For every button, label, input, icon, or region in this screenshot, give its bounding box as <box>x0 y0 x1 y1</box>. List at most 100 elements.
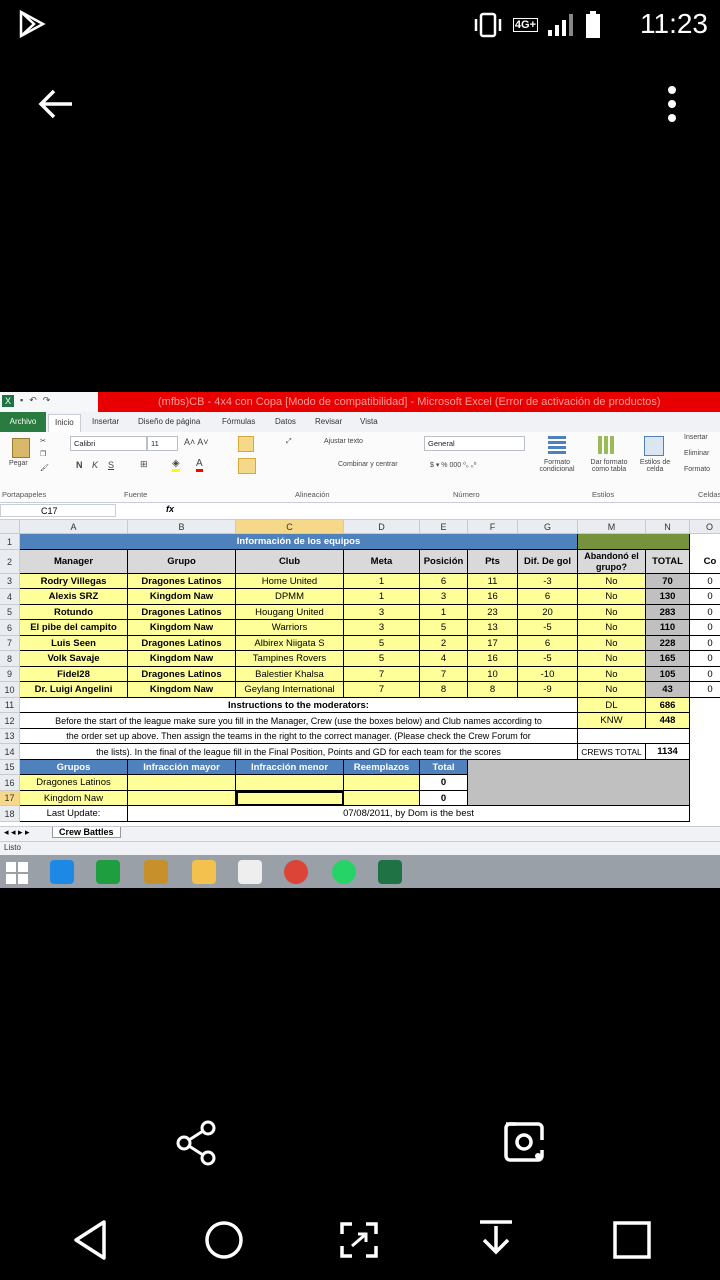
row-header-7[interactable]: 7 <box>0 636 20 651</box>
meta-cell[interactable]: 7 <box>344 682 420 698</box>
goal-diff-cell[interactable]: -5 <box>518 651 578 667</box>
group-cell[interactable]: Kingdom Naw <box>128 620 236 636</box>
chrome-icon[interactable] <box>284 860 308 884</box>
align-top-icon[interactable] <box>226 436 262 452</box>
co-cell[interactable]: 0 <box>690 605 720 620</box>
nav-recents-icon[interactable] <box>612 1220 652 1260</box>
position-cell[interactable]: 4 <box>420 651 468 667</box>
tab-vista[interactable]: Vista <box>360 417 378 426</box>
co-cell[interactable]: 0 <box>690 682 720 698</box>
meta-cell[interactable]: 5 <box>344 651 420 667</box>
points-cell[interactable]: 16 <box>468 651 518 667</box>
manager-cell[interactable]: Alexis SRZ <box>20 589 128 605</box>
orientation-icon[interactable]: ⤢ <box>286 438 292 446</box>
goal-diff-cell[interactable]: 20 <box>518 605 578 620</box>
group-cell[interactable]: Kingdom Naw <box>128 589 236 605</box>
club-cell[interactable]: Tampines Rovers <box>236 651 344 667</box>
group-total-cell[interactable]: 0 <box>420 791 468 806</box>
currency-format-icon[interactable]: $ ▾ % 000 ⁰₀ ₀⁰ <box>430 461 476 469</box>
manager-cell[interactable]: Rodry Villegas <box>20 574 128 589</box>
format-painter-icon[interactable]: 🖌 <box>40 464 49 472</box>
whatsapp-icon[interactable] <box>332 860 356 884</box>
tab-datos[interactable]: Datos <box>275 417 296 426</box>
group-cell[interactable]: Dragones Latinos <box>128 636 236 651</box>
abandoned-cell[interactable]: No <box>578 667 646 682</box>
font-name-select[interactable]: Calibri <box>70 436 147 451</box>
co-cell[interactable]: 0 <box>690 589 720 605</box>
meta-cell[interactable]: 3 <box>344 620 420 636</box>
total-cell[interactable]: 43 <box>646 682 690 698</box>
internet-explorer-icon[interactable] <box>50 860 74 884</box>
replacements-cell[interactable] <box>344 791 420 806</box>
redo-icon[interactable]: ↷ <box>43 395 51 407</box>
row-header-12[interactable]: 12 <box>0 713 20 729</box>
file-explorer-icon[interactable] <box>192 860 216 884</box>
position-cell[interactable]: 6 <box>420 574 468 589</box>
major-infraction-cell[interactable] <box>128 791 236 806</box>
club-cell[interactable]: Hougang United <box>236 605 344 620</box>
fx-icon[interactable]: fx <box>166 504 174 514</box>
manager-cell[interactable]: Volk Savaje <box>20 651 128 667</box>
goal-diff-cell[interactable]: -10 <box>518 667 578 682</box>
excel-taskbar-icon[interactable] <box>378 860 402 884</box>
store-icon[interactable] <box>96 860 120 884</box>
row-header-15[interactable]: 15 <box>0 760 20 775</box>
tab-diseno[interactable]: Diseño de página <box>138 417 200 426</box>
sheet-tab-crew-battles[interactable]: Crew Battles <box>52 827 121 838</box>
meta-cell[interactable]: 5 <box>344 636 420 651</box>
co-cell[interactable]: 0 <box>690 620 720 636</box>
grid-corner[interactable] <box>0 520 20 534</box>
column-header-E[interactable]: E <box>420 520 468 534</box>
total-cell[interactable]: 110 <box>646 620 690 636</box>
merge-center-button[interactable]: Combinar y centrar <box>338 461 398 468</box>
points-cell[interactable]: 23 <box>468 605 518 620</box>
abandoned-cell[interactable]: No <box>578 636 646 651</box>
group-cell[interactable]: Kingdom Naw <box>128 651 236 667</box>
undo-icon[interactable]: ↶ <box>29 395 37 407</box>
cell-styles-button[interactable]: Estilos de celda <box>634 459 676 473</box>
goal-diff-cell[interactable]: -5 <box>518 620 578 636</box>
group-cell[interactable]: Dragones Latinos <box>128 605 236 620</box>
row-header-8[interactable]: 8 <box>0 651 20 667</box>
club-cell[interactable]: Albirex Niigata S <box>236 636 344 651</box>
borders-icon[interactable]: ⊞ <box>140 459 148 470</box>
align-center-icon[interactable] <box>238 458 256 474</box>
meta-cell[interactable]: 3 <box>344 605 420 620</box>
underline-icon[interactable]: S <box>108 460 114 470</box>
club-cell[interactable]: Geylang International <box>236 682 344 698</box>
tab-archivo[interactable]: Archivo <box>0 412 46 432</box>
position-cell[interactable]: 5 <box>420 620 468 636</box>
position-cell[interactable]: 3 <box>420 589 468 605</box>
abandoned-cell[interactable]: No <box>578 620 646 636</box>
position-cell[interactable]: 1 <box>420 605 468 620</box>
total-cell[interactable]: 165 <box>646 651 690 667</box>
column-header-D[interactable]: D <box>344 520 420 534</box>
total-cell[interactable]: 130 <box>646 589 690 605</box>
group-cell[interactable]: Kingdom Naw <box>128 682 236 698</box>
delete-cells-button[interactable]: Eliminar <box>684 450 709 457</box>
co-cell[interactable]: 0 <box>690 574 720 589</box>
minor-infraction-cell[interactable] <box>236 791 344 806</box>
format-as-table-button[interactable]: Dar formato como tabla <box>584 459 634 473</box>
goal-diff-cell[interactable]: 6 <box>518 589 578 605</box>
goal-diff-cell[interactable]: -3 <box>518 574 578 589</box>
tab-formulas[interactable]: Fórmulas <box>222 417 255 426</box>
points-cell[interactable]: 11 <box>468 574 518 589</box>
column-header-G[interactable]: G <box>518 520 578 534</box>
row-header-18[interactable]: 18 <box>0 806 20 822</box>
manager-cell[interactable]: Fidel28 <box>20 667 128 682</box>
meta-cell[interactable]: 1 <box>344 589 420 605</box>
replacements-cell[interactable] <box>344 775 420 791</box>
font-color-icon[interactable]: A <box>196 458 203 472</box>
column-header-M[interactable]: M <box>578 520 646 534</box>
group-name-cell[interactable]: Kingdom Naw <box>20 791 128 806</box>
position-cell[interactable]: 8 <box>420 682 468 698</box>
copy-icon[interactable]: ❐ <box>40 450 46 458</box>
italic-icon[interactable]: K <box>92 460 98 470</box>
row-header-2[interactable]: 2 <box>0 550 20 574</box>
group-name-cell[interactable]: Dragones Latinos <box>20 775 128 791</box>
points-cell[interactable]: 8 <box>468 682 518 698</box>
manager-cell[interactable]: Dr. Luigi Angelini <box>20 682 128 698</box>
club-cell[interactable]: Warriors <box>236 620 344 636</box>
share-icon[interactable] <box>176 1120 218 1166</box>
